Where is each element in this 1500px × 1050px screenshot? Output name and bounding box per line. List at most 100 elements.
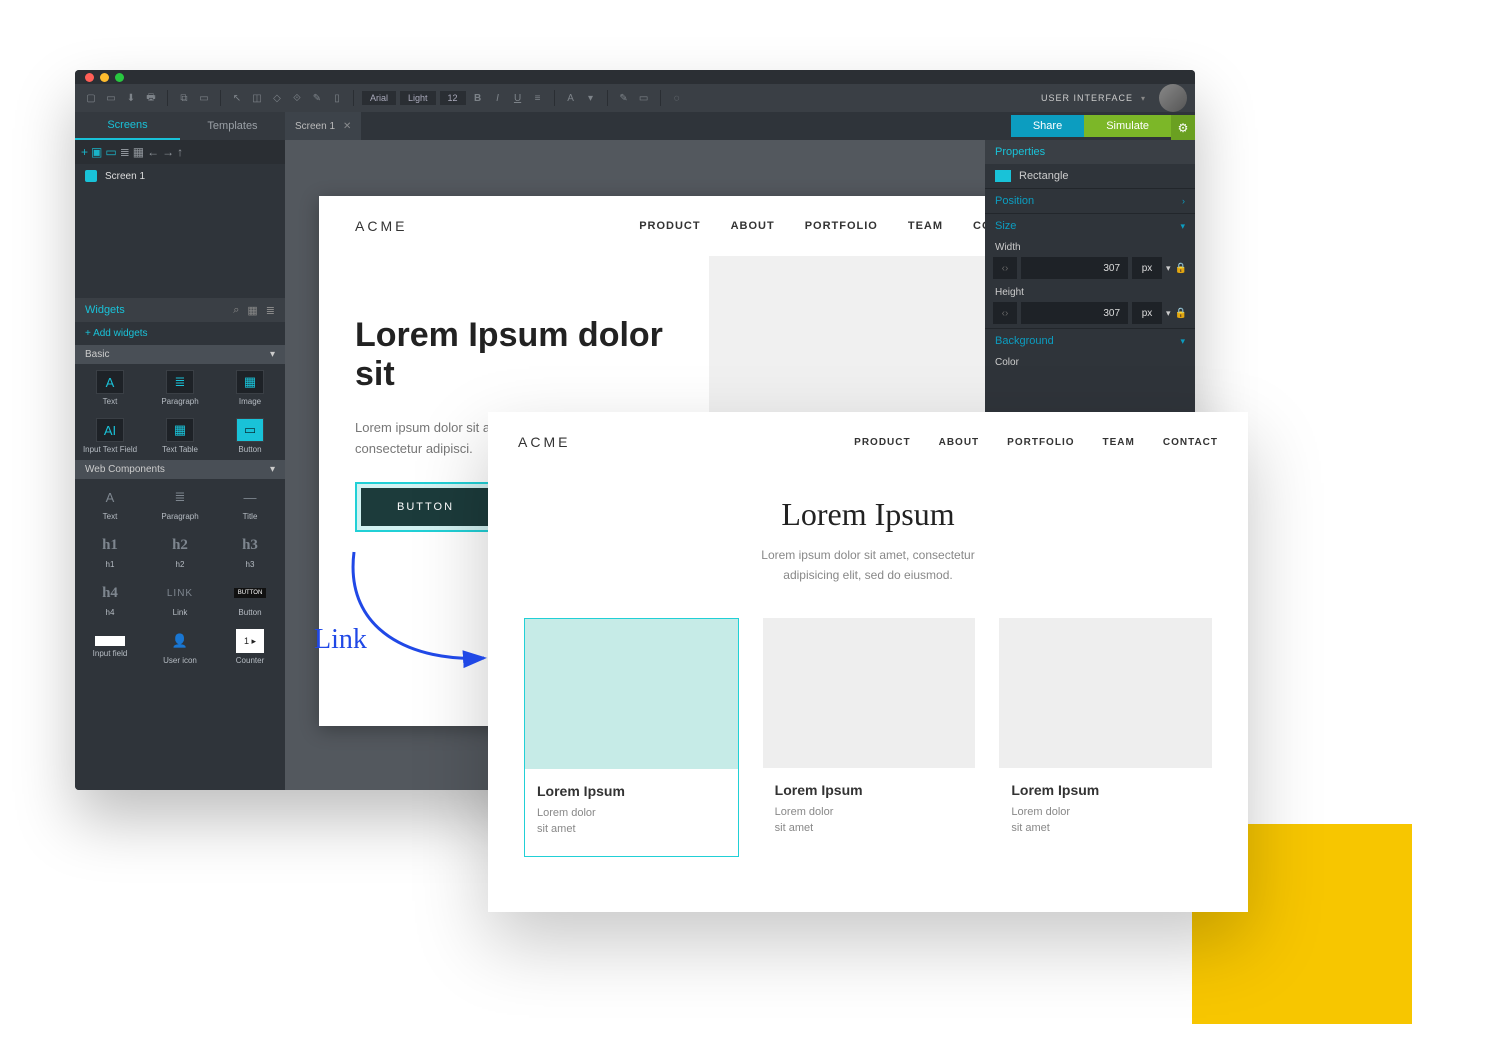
window-zoom-icon[interactable] [115, 73, 124, 82]
nav-portfolio[interactable]: PORTFOLIO [1007, 437, 1074, 448]
window-close-icon[interactable] [85, 73, 94, 82]
widget-image[interactable]: ▦Image [215, 364, 285, 412]
swatch-icon[interactable]: ▾ [583, 90, 599, 106]
hero-headline[interactable]: Lorem Ipsum dolor sit [355, 316, 709, 394]
widget-web-paragraph[interactable]: ≣Paragraph [145, 479, 215, 527]
lock-icon[interactable]: 🔒 [1175, 308, 1187, 319]
widget-input-text[interactable]: AIInput Text Field [75, 412, 145, 460]
widget-web-button[interactable]: BUTTONButton [215, 575, 285, 623]
folder-icon[interactable]: ▣ [91, 145, 102, 159]
tab-templates[interactable]: Templates [180, 112, 285, 140]
card-image-placeholder [525, 619, 738, 769]
nav-about[interactable]: ABOUT [731, 220, 775, 232]
selected-element-outline[interactable]: BUTTON [355, 482, 496, 532]
rect-icon[interactable]: ▭ [636, 90, 652, 106]
opacity-icon[interactable]: ◌ [669, 90, 685, 106]
widget-h3[interactable]: h3h3 [215, 527, 285, 575]
text-color-icon[interactable]: A [563, 90, 579, 106]
font-size-input[interactable]: 12 [440, 91, 466, 105]
bold-icon[interactable]: B [470, 90, 486, 106]
height-code-icon[interactable]: ‹› [993, 302, 1017, 324]
preview-card-2[interactable]: Lorem Ipsum Lorem dolorsit amet [763, 618, 976, 857]
device-icon[interactable]: ▯ [329, 90, 345, 106]
widget-category-web[interactable]: Web Components ▾ [75, 460, 285, 479]
font-weight-select[interactable]: Light [400, 91, 436, 105]
font-family-select[interactable]: Arial [362, 91, 396, 105]
cursor-icon[interactable]: ↖ [229, 90, 245, 106]
print-icon[interactable]: 🖶 [143, 90, 159, 106]
width-unit-select[interactable]: px [1132, 257, 1162, 279]
open-folder-icon[interactable]: ▭ [103, 90, 119, 106]
widget-h1[interactable]: h1h1 [75, 527, 145, 575]
user-menu-label[interactable]: USER INTERFACE [1041, 93, 1133, 103]
widget-h2[interactable]: h2h2 [145, 527, 215, 575]
list-view-icon[interactable]: ≣ [266, 304, 275, 317]
chevron-down-icon[interactable]: ▾ [1141, 94, 1145, 103]
height-input[interactable]: 307 [1021, 302, 1128, 324]
nav-contact[interactable]: CONTACT [1163, 437, 1218, 448]
simulate-button[interactable]: Simulate [1084, 115, 1171, 137]
avatar[interactable] [1159, 84, 1187, 112]
chevron-down-icon[interactable]: ▾ [1166, 263, 1171, 274]
hero-cta-button[interactable]: BUTTON [361, 488, 490, 526]
widget-text-table[interactable]: ▦Text Table [145, 412, 215, 460]
italic-icon[interactable]: I [490, 90, 506, 106]
new-file-icon[interactable]: ▢ [83, 90, 99, 106]
copy-icon[interactable]: ⧉ [176, 90, 192, 106]
nav-team[interactable]: TEAM [1103, 437, 1135, 448]
widget-button[interactable]: ▭Button [215, 412, 285, 460]
close-tab-icon[interactable]: ✕ [343, 121, 351, 132]
nav-contact[interactable]: CONTACT [973, 220, 985, 232]
nav-product[interactable]: PRODUCT [639, 220, 700, 232]
widget-link[interactable]: LINKLink [145, 575, 215, 623]
sidebar-item-screen1[interactable]: Screen 1 [75, 164, 285, 188]
paint-icon[interactable]: ⟐ [289, 90, 305, 106]
nav-team[interactable]: TEAM [908, 220, 943, 232]
preview-card-3[interactable]: Lorem Ipsum Lorem dolorsit amet [999, 618, 1212, 857]
crop-icon[interactable]: ◫ [249, 90, 265, 106]
width-code-icon[interactable]: ‹› [993, 257, 1017, 279]
height-unit-select[interactable]: px [1132, 302, 1162, 324]
arrow-left-icon[interactable]: ← [147, 145, 159, 159]
tab-screens[interactable]: Screens [75, 112, 180, 140]
widget-web-text[interactable]: AText [75, 479, 145, 527]
section-background[interactable]: Background ▾ [985, 328, 1195, 353]
widget-user-icon[interactable]: 👤User icon [145, 623, 215, 671]
download-icon[interactable]: ⬇ [123, 90, 139, 106]
arrow-right-icon[interactable]: → [162, 145, 174, 159]
chevron-down-icon[interactable]: ▾ [1166, 308, 1171, 319]
widget-web-title[interactable]: —Title [215, 479, 285, 527]
search-icon[interactable]: ⌕ [233, 304, 239, 317]
preview-card-1[interactable]: Lorem Ipsum Lorem dolorsit amet [524, 618, 739, 857]
widget-category-basic[interactable]: Basic ▾ [75, 345, 285, 364]
grid-view-icon[interactable]: ▦ [247, 304, 257, 317]
lock-icon[interactable]: 🔒 [1175, 263, 1187, 274]
list-icon[interactable]: ≣ [120, 145, 130, 159]
nav-about[interactable]: ABOUT [939, 437, 980, 448]
paste-icon[interactable]: ▭ [196, 90, 212, 106]
nav-product[interactable]: PRODUCT [854, 437, 910, 448]
align-icon[interactable]: ≡ [530, 90, 546, 106]
width-input[interactable]: 307 [1021, 257, 1128, 279]
nav-portfolio[interactable]: PORTFOLIO [805, 220, 878, 232]
underline-icon[interactable]: U [510, 90, 526, 106]
widget-h4[interactable]: h4h4 [75, 575, 145, 623]
share-button[interactable]: Share [1011, 115, 1084, 137]
add-widgets-button[interactable]: + Add widgets [75, 322, 285, 345]
widget-text[interactable]: AText [75, 364, 145, 412]
comment-icon[interactable]: ✎ [309, 90, 325, 106]
canvas-tab-screen1[interactable]: Screen 1 ✕ [285, 112, 361, 140]
widget-counter[interactable]: 1 ▸Counter [215, 623, 285, 671]
section-position[interactable]: Position › [985, 188, 1195, 213]
duplicate-icon[interactable]: ▭ [105, 145, 116, 159]
grid-icon[interactable]: ▦ [133, 145, 144, 159]
widget-input-field[interactable]: Input field [75, 623, 145, 671]
widget-paragraph[interactable]: ≣Paragraph [145, 364, 215, 412]
add-screen-icon[interactable]: + [81, 145, 88, 159]
eraser-icon[interactable]: ◇ [269, 90, 285, 106]
section-size[interactable]: Size ▾ [985, 213, 1195, 238]
arrow-up-icon[interactable]: ↑ [177, 145, 183, 159]
window-minimize-icon[interactable] [100, 73, 109, 82]
simulate-settings-icon[interactable]: ⚙ [1171, 115, 1195, 140]
pen-icon[interactable]: ✎ [616, 90, 632, 106]
